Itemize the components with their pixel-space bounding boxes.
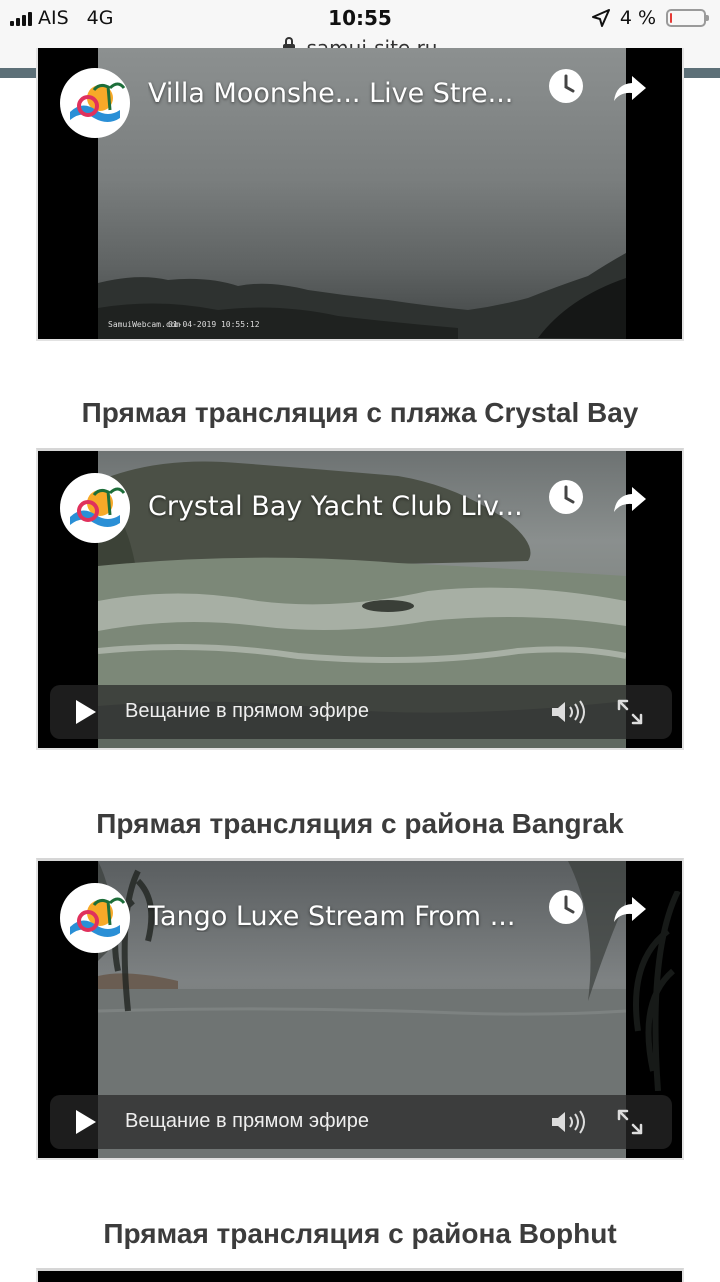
share-icon[interactable] xyxy=(610,889,650,929)
video-player-bangrak[interactable]: Tango Luxe Stream From ... Вещание в пря… xyxy=(36,858,684,1160)
player-controls: Вещание в прямом эфире xyxy=(50,1095,672,1149)
video-title[interactable]: Crystal Bay Yacht Club Liv... xyxy=(148,491,548,522)
channel-logo-icon[interactable] xyxy=(60,68,130,138)
play-icon[interactable] xyxy=(76,700,96,724)
live-label: Вещание в прямом эфире xyxy=(125,700,369,722)
fullscreen-icon[interactable] xyxy=(616,1108,644,1136)
battery-percent: 4 % xyxy=(619,7,656,29)
section-heading-crystal-bay: Прямая трансляция с пляжа Crystal Bay xyxy=(81,397,639,428)
channel-logo-icon[interactable] xyxy=(60,883,130,953)
video-player-crystal-bay[interactable]: Crystal Bay Yacht Club Liv... Вещание в … xyxy=(36,448,684,750)
battery-icon xyxy=(666,9,709,27)
status-bar: AIS 4G 10:55 4 % xyxy=(0,0,720,38)
live-label: Вещание в прямом эфире xyxy=(125,1110,369,1132)
video-player-villa[interactable]: SamuiWebcam.com 01-04-2019 10:55:12 Vill… xyxy=(36,48,684,341)
video-timestamp: 01-04-2019 10:55:12 xyxy=(168,320,260,329)
channel-logo-icon[interactable] xyxy=(60,473,130,543)
section-heading-bangrak: Прямая трансляция с района Bangrak xyxy=(96,808,624,839)
volume-icon[interactable] xyxy=(550,698,590,726)
player-controls: Вещание в прямом эфире xyxy=(50,685,672,739)
location-arrow-icon xyxy=(591,9,610,27)
section-heading-bophut: Прямая трансляция с района Bophut xyxy=(103,1218,617,1249)
watch-later-icon[interactable] xyxy=(546,477,586,517)
share-icon[interactable] xyxy=(610,479,650,519)
video-title[interactable]: Tango Luxe Stream From ... xyxy=(148,901,548,932)
watch-later-icon[interactable] xyxy=(546,66,586,106)
volume-icon[interactable] xyxy=(550,1108,590,1136)
video-title[interactable]: Villa Moonshe... Live Stre... xyxy=(148,78,548,109)
share-icon[interactable] xyxy=(610,68,650,108)
watch-later-icon[interactable] xyxy=(546,887,586,927)
play-icon[interactable] xyxy=(76,1110,96,1134)
fullscreen-icon[interactable] xyxy=(616,698,644,726)
